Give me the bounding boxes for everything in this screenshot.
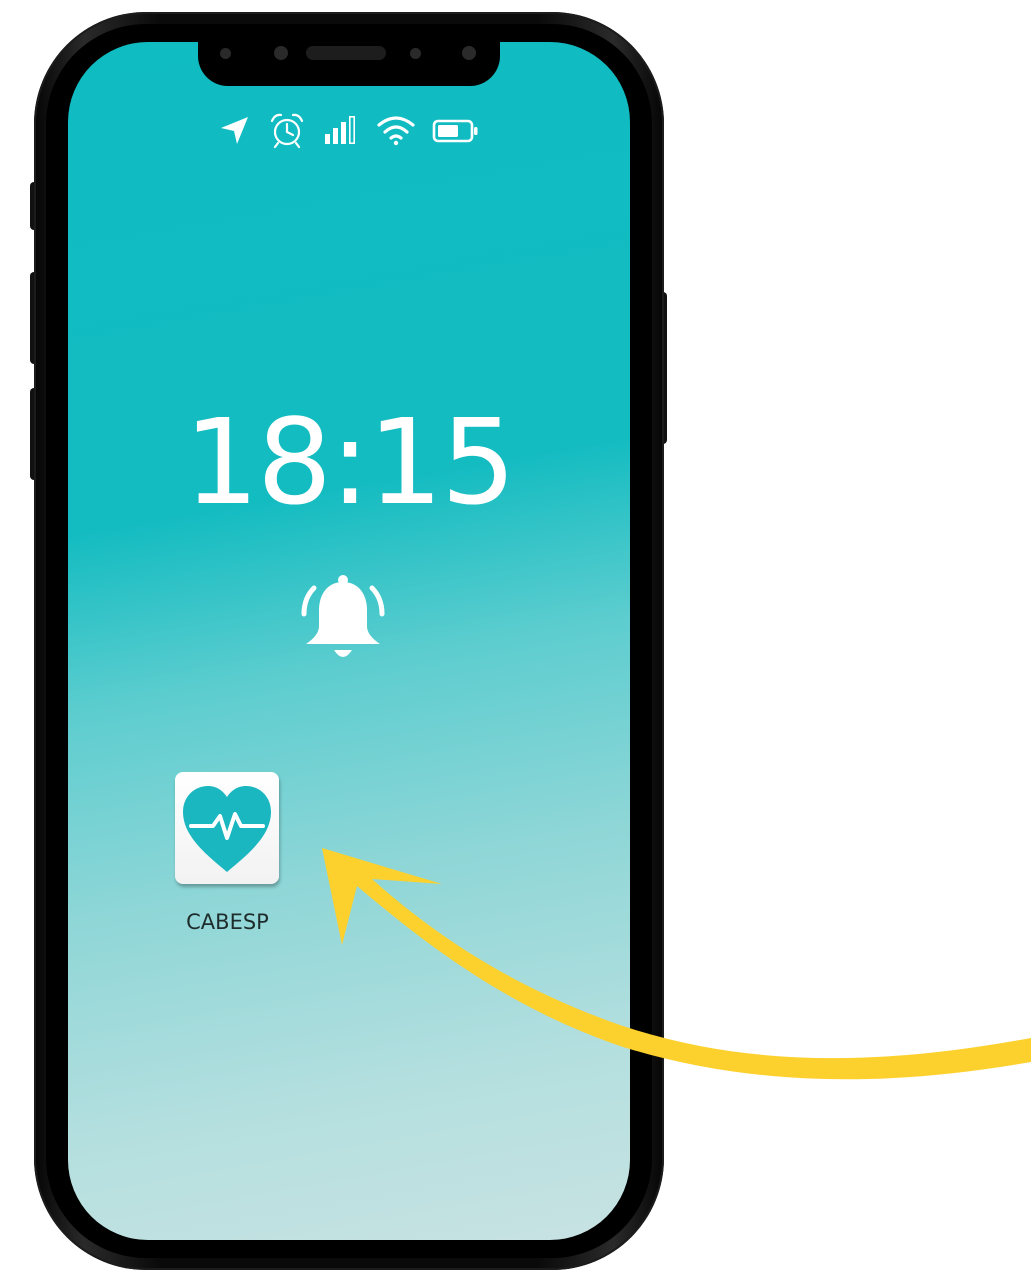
app-label: CABESP [186, 910, 269, 934]
wifi-icon [376, 114, 416, 146]
sensor-dot [220, 48, 231, 59]
phone-notch [198, 36, 500, 86]
alarm-bell-icon[interactable] [292, 568, 394, 668]
lock-screen-time: 18:15 [183, 393, 516, 531]
status-bar [218, 108, 480, 152]
location-arrow-icon [218, 114, 250, 146]
earpiece-speaker [306, 46, 386, 60]
cabesp-app-icon[interactable] [175, 772, 279, 884]
proximity-sensor [462, 46, 476, 60]
battery-icon [432, 115, 480, 145]
front-camera [274, 46, 288, 60]
screenshot-stage: 18:15 CABESP [0, 0, 1031, 1273]
sensor-dot [410, 48, 421, 59]
alarm-clock-icon [267, 110, 307, 150]
cellular-signal-icon [323, 114, 359, 146]
heart-pulse-icon [183, 786, 271, 872]
